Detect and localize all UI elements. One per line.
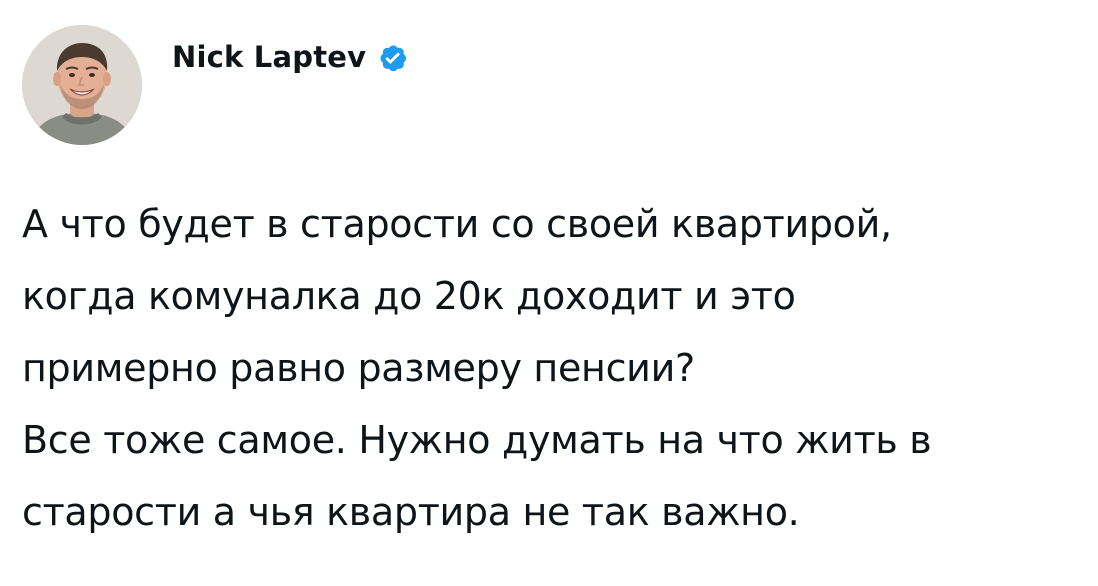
author-header: Nick Laptev — [172, 36, 412, 78]
verified-badge-icon[interactable] — [372, 38, 412, 78]
tweet-text: А что будет в старости со своей квартиро… — [22, 188, 1082, 548]
avatar-photo-icon — [22, 25, 142, 145]
tweet-text-line: примерно равно размеру пенсии? — [22, 346, 695, 390]
tweet-text-line: старости а чья квартира не так важно. — [22, 490, 800, 534]
author-name[interactable]: Nick Laptev — [172, 40, 366, 74]
tweet-card: Nick Laptev А что будет в старости со св… — [0, 0, 1098, 586]
author-avatar[interactable] — [22, 25, 142, 145]
tweet-text-line: Все тоже самое. Нужно думать на что жить… — [22, 418, 932, 462]
tweet-text-line: когда комуналка до 20к доходит и это — [22, 274, 796, 318]
tweet-text-line: А что будет в старости со своей квартиро… — [22, 202, 892, 246]
